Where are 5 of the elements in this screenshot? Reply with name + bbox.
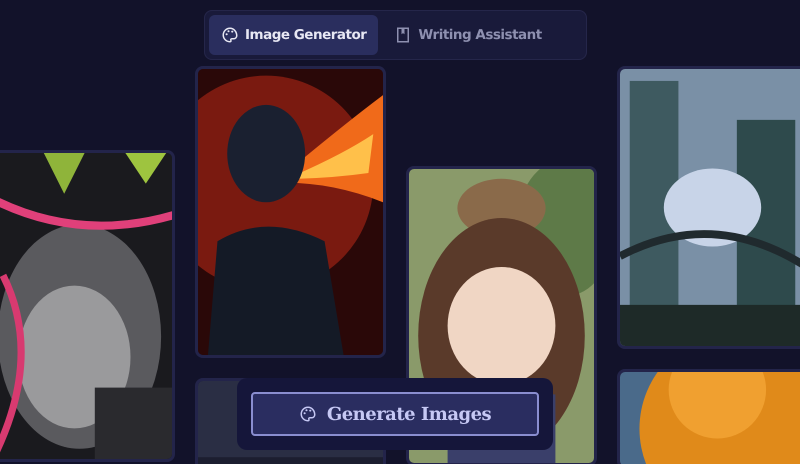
- palette-icon: [221, 26, 239, 44]
- tab[interactable]: Writing Assistant: [382, 15, 554, 55]
- generate-button[interactable]: Generate Images: [251, 392, 539, 436]
- tab[interactable]: Image Generator: [209, 15, 378, 55]
- palette-icon: [298, 405, 317, 423]
